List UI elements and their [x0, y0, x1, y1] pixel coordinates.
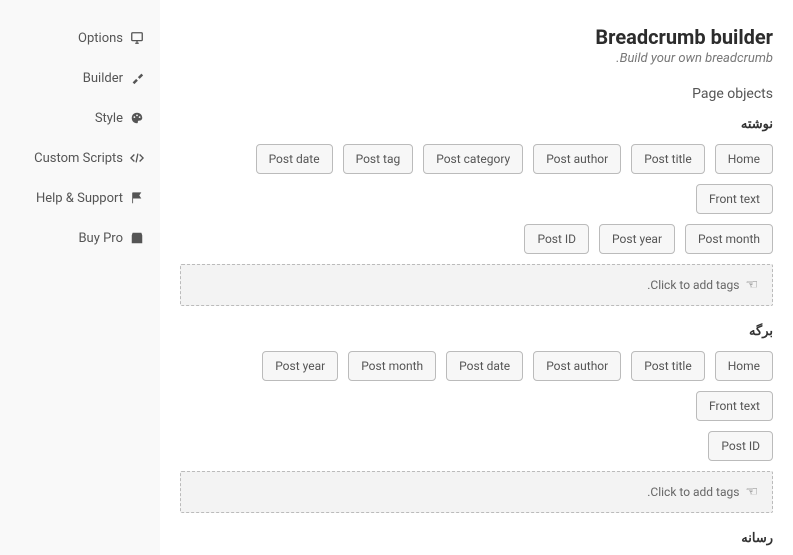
- tag-button[interactable]: Post author: [533, 351, 621, 381]
- tag-button[interactable]: Post year: [262, 351, 338, 381]
- monitor-icon: [129, 30, 145, 46]
- sidebar-item-buy-pro[interactable]: Buy Pro: [0, 218, 160, 258]
- tag-button[interactable]: Post month: [348, 351, 436, 381]
- tag-dropzone[interactable]: .Click to add tags ☜: [180, 471, 773, 513]
- tag-button[interactable]: Front text: [696, 184, 773, 214]
- page-title: Breadcrumb builder: [180, 25, 773, 49]
- sidebar-item-custom-scripts[interactable]: Custom Scripts: [0, 138, 160, 178]
- tag-row: Post year Post month Post date Post author P…: [180, 351, 773, 421]
- tag-button[interactable]: Home: [715, 144, 773, 174]
- sidebar-item-builder[interactable]: Builder: [0, 58, 160, 98]
- dropzone-text: .Click to add tags: [647, 485, 739, 499]
- tag-button[interactable]: Post title: [631, 144, 704, 174]
- tag-row: Post ID: [180, 431, 773, 461]
- tools-icon: [129, 70, 145, 86]
- tag-button[interactable]: Front text: [696, 391, 773, 421]
- main-panel: Breadcrumb builder .Build your own bread…: [160, 0, 793, 555]
- page-subtitle: .Build your own breadcrumb: [180, 51, 773, 66]
- sidebar-item-style[interactable]: Style: [0, 98, 160, 138]
- tag-button[interactable]: Post author: [533, 144, 621, 174]
- tag-button[interactable]: Post month: [685, 224, 773, 254]
- hand-pointer-icon: ☜: [745, 277, 758, 293]
- page-header: Breadcrumb builder .Build your own bread…: [180, 25, 773, 66]
- sidebar-item-label: Custom Scripts: [34, 151, 123, 166]
- tag-button[interactable]: Post date: [256, 144, 333, 174]
- tag-button[interactable]: Post category: [423, 144, 523, 174]
- section-title: Page objects: [180, 86, 773, 102]
- palette-icon: [129, 110, 145, 126]
- sidebar-item-label: Builder: [83, 71, 123, 86]
- tag-button[interactable]: Post title: [631, 351, 704, 381]
- sidebar-item-label: Style: [95, 111, 123, 126]
- hand-pointer-icon: ☜: [745, 484, 758, 500]
- tag-button[interactable]: Post date: [446, 351, 523, 381]
- tag-button[interactable]: Home: [715, 351, 773, 381]
- group-label: رسانه: [180, 531, 773, 546]
- code-icon: [129, 150, 145, 166]
- dropzone-text: .Click to add tags: [647, 278, 739, 292]
- sidebar-item-label: Options: [78, 31, 123, 46]
- sidebar-item-label: Help & Support: [36, 191, 123, 206]
- tag-button[interactable]: Post ID: [524, 224, 589, 254]
- group-label: برگه: [180, 324, 773, 339]
- tag-button[interactable]: Post tag: [343, 144, 414, 174]
- flag-icon: [129, 190, 145, 206]
- tag-button[interactable]: Post year: [599, 224, 675, 254]
- sidebar-item-options[interactable]: Options: [0, 18, 160, 58]
- sidebar-item-help[interactable]: Help & Support: [0, 178, 160, 218]
- sidebar-item-label: Buy Pro: [78, 231, 123, 246]
- shop-icon: [129, 230, 145, 246]
- tag-row: Post date Post tag Post category Post autho…: [180, 144, 773, 214]
- group-label: نوشته: [180, 117, 773, 132]
- tag-dropzone[interactable]: .Click to add tags ☜: [180, 264, 773, 306]
- tag-row: Post ID Post year Post month: [180, 224, 773, 254]
- tag-button[interactable]: Post ID: [708, 431, 773, 461]
- sidebar: Options Builder Style Custom Scripts Hel…: [0, 0, 160, 555]
